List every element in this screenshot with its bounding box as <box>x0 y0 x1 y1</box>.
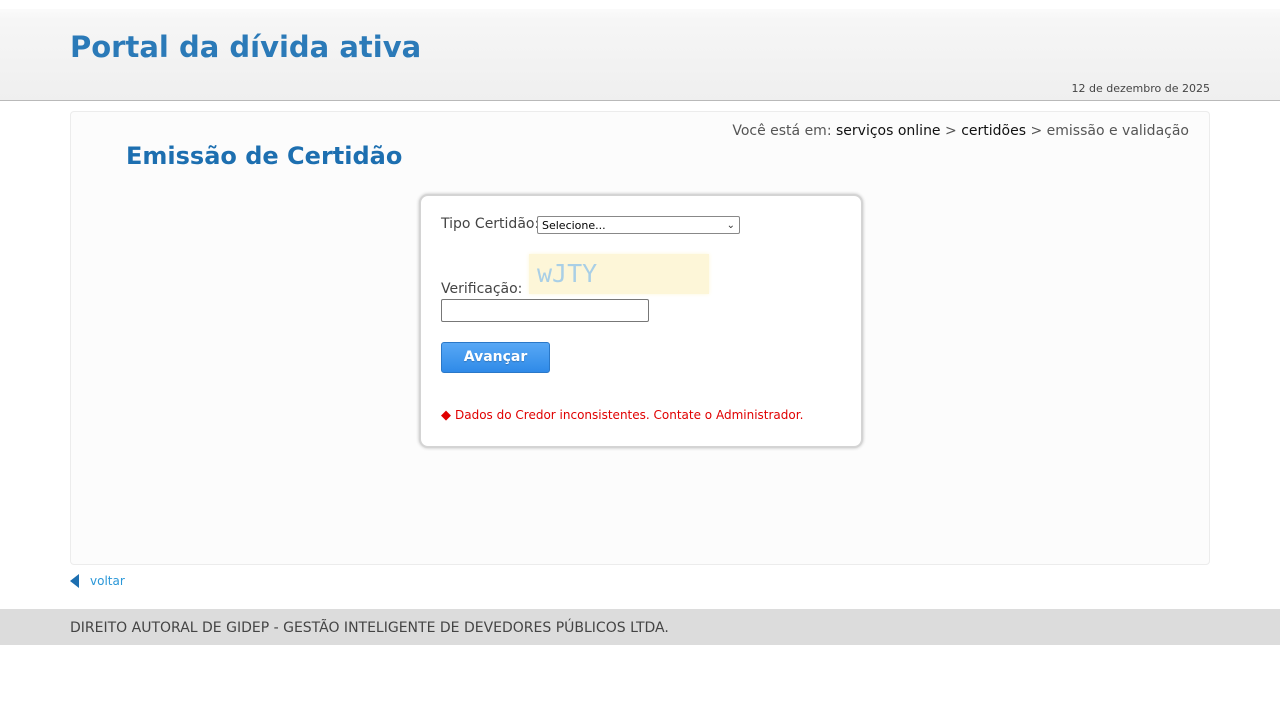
arrow-left-icon <box>70 574 79 588</box>
certificate-form: Tipo Certidão: Selecione... ⌄ wJTY Verif… <box>419 194 863 448</box>
site-footer: DIREITO AUTORAL DE GIDEP - GESTÃO INTELI… <box>0 609 1280 645</box>
breadcrumb-link-servicos-online[interactable]: serviços online <box>836 123 941 139</box>
avancar-button[interactable]: Avançar <box>441 342 550 373</box>
breadcrumb-prefix: Você está em: <box>732 123 832 139</box>
error-message-text: Dados do Credor inconsistentes. Contate … <box>455 408 804 422</box>
breadcrumb-separator: > <box>1030 123 1043 139</box>
current-date: 12 de dezembro de 2025 <box>1071 82 1210 95</box>
breadcrumb: Você está em: serviços online > certidõe… <box>732 123 1189 139</box>
breadcrumb-current: emissão e validação <box>1046 123 1189 139</box>
site-header: Portal da dívida ativa 12 de dezembro de… <box>0 0 1280 101</box>
header-top-strip <box>0 0 1280 9</box>
breadcrumb-link-certidoes[interactable]: certidões <box>961 123 1026 139</box>
portal-title: Portal da dívida ativa <box>70 30 422 64</box>
tipo-certidao-label: Tipo Certidão: <box>441 216 540 232</box>
captcha-image: wJTY <box>529 254 709 294</box>
tipo-certidao-selected-value: Selecione... <box>542 219 606 232</box>
diamond-bullet-icon: ◆ <box>441 408 451 423</box>
content-panel: Você está em: serviços online > certidõe… <box>70 111 1210 565</box>
verificacao-input[interactable] <box>441 299 649 322</box>
error-message: ◆ Dados do Credor inconsistentes. Contate… <box>441 408 803 423</box>
verificacao-label: Verificação: <box>441 281 523 297</box>
breadcrumb-separator: > <box>945 123 957 139</box>
tipo-certidao-select[interactable]: Selecione... ⌄ <box>537 216 740 234</box>
chevron-down-icon: ⌄ <box>726 220 735 231</box>
captcha-text: wJTY <box>537 259 598 288</box>
back-link[interactable]: voltar <box>90 574 125 588</box>
page-title: Emissão de Certidão <box>126 142 403 170</box>
footer-copyright: DIREITO AUTORAL DE GIDEP - GESTÃO INTELI… <box>70 620 669 636</box>
